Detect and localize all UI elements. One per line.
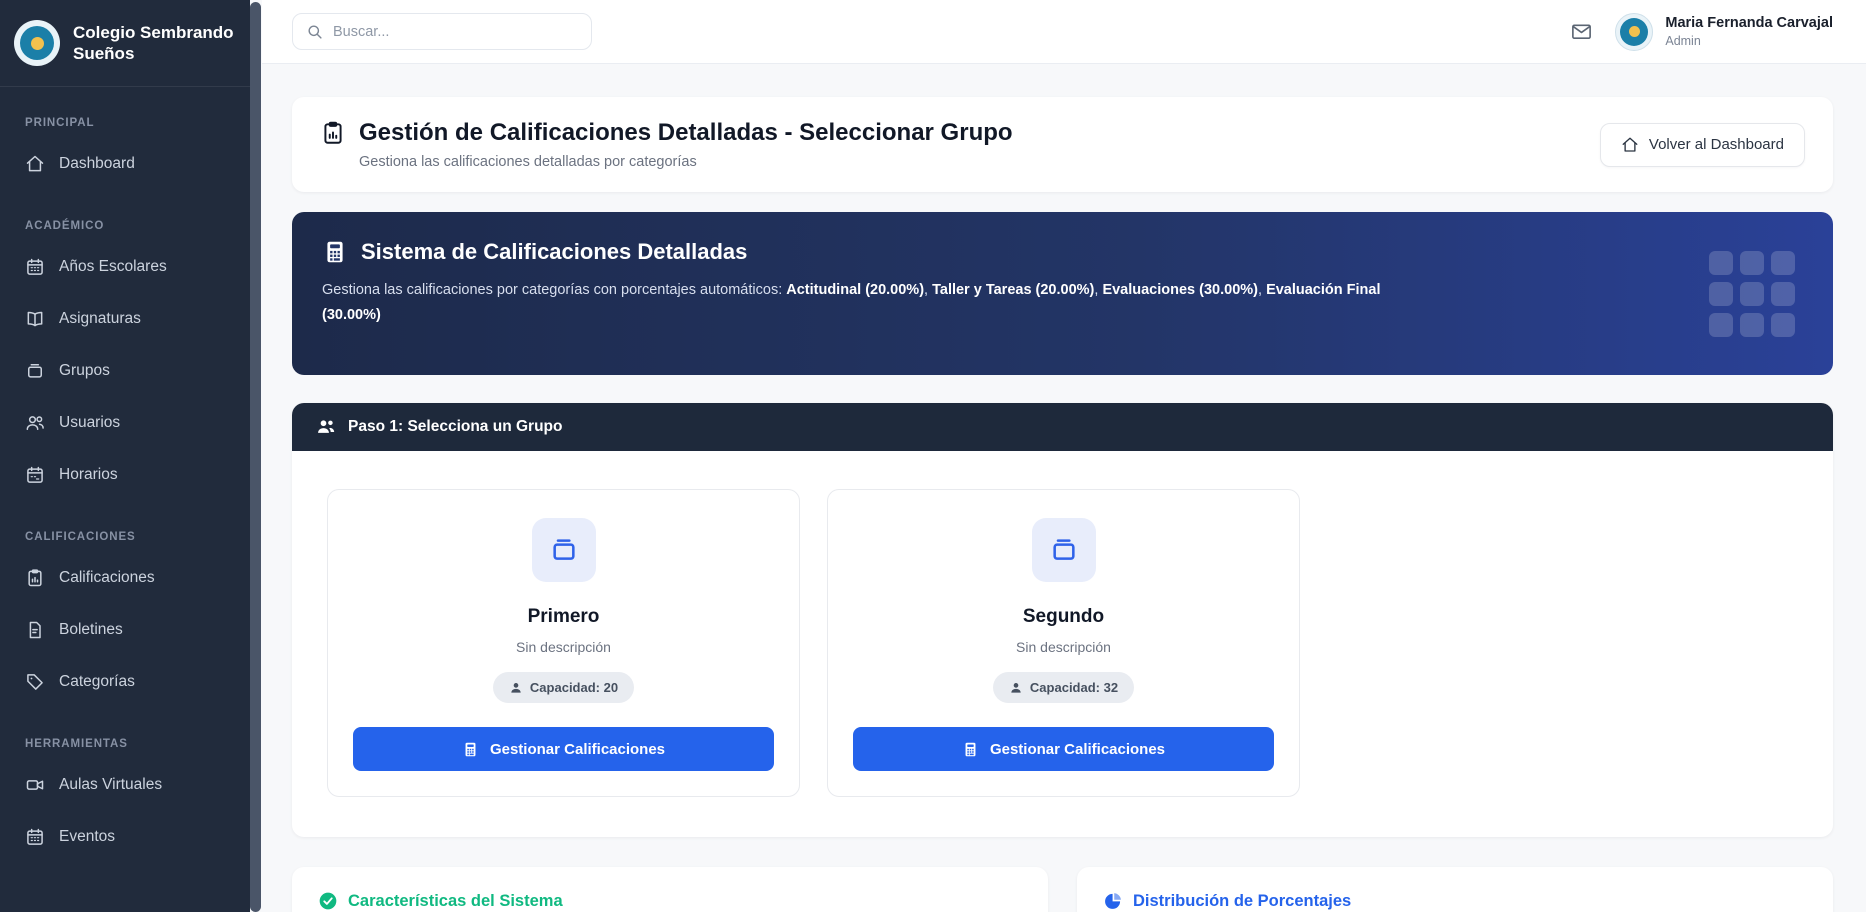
check-circle-icon xyxy=(318,891,338,911)
calculator-icon xyxy=(322,239,348,265)
sidebar-item-boletines[interactable]: Boletines xyxy=(0,604,250,656)
sidebar-item-label: Años Escolares xyxy=(59,258,167,276)
group-name: Segundo xyxy=(1023,606,1104,628)
user-role: Admin xyxy=(1665,34,1833,48)
main-content: Gestión de Calificaciones Detalladas - S… xyxy=(262,64,1866,912)
brand-name: Colegio Sembrando Sueños xyxy=(73,22,236,65)
calculator-icon xyxy=(962,741,979,758)
pie-chart-icon xyxy=(1103,891,1123,911)
briefcase-icon xyxy=(532,518,596,582)
search-box[interactable] xyxy=(292,13,592,50)
users-icon xyxy=(316,417,336,437)
home-icon xyxy=(25,154,45,174)
sidebar-item-anos-escolares[interactable]: Años Escolares xyxy=(0,241,250,293)
grid-decoration-icon xyxy=(1709,251,1795,337)
sidebar-section-label: HERRAMIENTAS xyxy=(0,708,250,759)
sidebar-item-label: Aulas Virtuales xyxy=(59,776,162,794)
step1-header: Paso 1: Selecciona un Grupo xyxy=(292,403,1833,451)
sidebar-item-label: Eventos xyxy=(59,828,115,846)
video-icon xyxy=(25,775,45,795)
home-icon xyxy=(1621,136,1639,154)
group-card: Primero Sin descripción Capacidad: 20 Ge… xyxy=(327,489,800,797)
calendar-icon xyxy=(25,827,45,847)
distribution-card: Distribución de Porcentajes xyxy=(1077,867,1833,912)
sidebar-section-label: CALIFICACIONES xyxy=(0,501,250,552)
calculator-icon xyxy=(462,741,479,758)
sidebar-item-eventos[interactable]: Eventos xyxy=(0,811,250,863)
briefcase-icon xyxy=(1032,518,1096,582)
step1-card: Paso 1: Selecciona un Grupo Primero Sin … xyxy=(292,403,1833,837)
calendar-clock-icon xyxy=(25,465,45,485)
person-icon xyxy=(509,681,523,695)
category-percentage: Actitudinal (20.00%) xyxy=(786,282,924,298)
capacity-badge: Capacidad: 20 xyxy=(493,672,634,703)
user-name: Maria Fernanda Carvajal xyxy=(1665,15,1833,32)
back-to-dashboard-button[interactable]: Volver al Dashboard xyxy=(1600,123,1805,167)
document-icon xyxy=(25,620,45,640)
capacity-badge: Capacidad: 32 xyxy=(993,672,1134,703)
chart-clipboard-icon xyxy=(25,568,45,588)
category-percentage: Taller y Tareas (20.00%) xyxy=(932,282,1094,298)
sidebar-nav: PRINCIPAL Dashboard ACADÉMICO Años Escolare… xyxy=(0,87,250,863)
sidebar-item-usuarios[interactable]: Usuarios xyxy=(0,397,250,449)
search-icon xyxy=(306,23,323,40)
group-description: Sin descripción xyxy=(516,639,611,655)
sidebar-item-calificaciones[interactable]: Calificaciones xyxy=(0,552,250,604)
user-menu[interactable]: Maria Fernanda Carvajal Admin xyxy=(1615,13,1833,51)
manage-grades-button[interactable]: Gestionar Calificaciones xyxy=(353,727,774,771)
calendar-icon xyxy=(25,257,45,277)
sidebar-item-aulas-virtuales[interactable]: Aulas Virtuales xyxy=(0,759,250,811)
briefcase-icon xyxy=(25,361,45,381)
sidebar-item-label: Categorías xyxy=(59,673,135,691)
sidebar-item-label: Boletines xyxy=(59,621,123,639)
step1-title: Paso 1: Selecciona un Grupo xyxy=(348,418,562,436)
avatar xyxy=(1615,13,1653,51)
topbar: Maria Fernanda Carvajal Admin xyxy=(262,0,1866,64)
sidebar-item-horarios[interactable]: Horarios xyxy=(0,449,250,501)
brand[interactable]: Colegio Sembrando Sueños xyxy=(0,0,250,86)
sidebar: Colegio Sembrando Sueños PRINCIPAL Dashbo… xyxy=(0,0,250,912)
group-name: Primero xyxy=(528,606,600,628)
page-title: Gestión de Calificaciones Detalladas - S… xyxy=(359,119,1013,147)
manage-grades-button[interactable]: Gestionar Calificaciones xyxy=(853,727,1274,771)
sidebar-scrollbar[interactable] xyxy=(250,2,261,912)
person-icon xyxy=(1009,681,1023,695)
capacity-label: Capacidad: 20 xyxy=(530,680,618,695)
sidebar-item-label: Asignaturas xyxy=(59,310,141,328)
sidebar-item-label: Horarios xyxy=(59,466,118,484)
distribution-title: Distribución de Porcentajes xyxy=(1133,892,1351,911)
system-banner: Sistema de Calificaciones Detalladas Ges… xyxy=(292,212,1833,375)
book-icon xyxy=(25,309,45,329)
features-title: Características del Sistema xyxy=(348,892,563,911)
sidebar-item-label: Usuarios xyxy=(59,414,120,432)
page-header-card: Gestión de Calificaciones Detalladas - S… xyxy=(292,97,1833,192)
tag-icon xyxy=(25,672,45,692)
page-subtitle: Gestiona las calificaciones detalladas p… xyxy=(359,154,1013,170)
sidebar-item-label: Grupos xyxy=(59,362,110,380)
sidebar-item-asignaturas[interactable]: Asignaturas xyxy=(0,293,250,345)
sidebar-item-categorias[interactable]: Categorías xyxy=(0,656,250,708)
sidebar-item-dashboard[interactable]: Dashboard xyxy=(0,138,250,190)
search-input[interactable] xyxy=(333,24,578,40)
manage-grades-label: Gestionar Calificaciones xyxy=(990,741,1165,758)
sidebar-section-label: ACADÉMICO xyxy=(0,190,250,241)
group-card: Segundo Sin descripción Capacidad: 32 Ge… xyxy=(827,489,1300,797)
manage-grades-label: Gestionar Calificaciones xyxy=(490,741,665,758)
school-logo-icon xyxy=(14,20,60,66)
mail-icon[interactable] xyxy=(1570,20,1593,43)
users-icon xyxy=(25,413,45,433)
features-card: Características del Sistema xyxy=(292,867,1048,912)
group-description: Sin descripción xyxy=(1016,639,1111,655)
sidebar-item-label: Dashboard xyxy=(59,155,135,173)
banner-title: Sistema de Calificaciones Detalladas xyxy=(361,239,747,265)
chart-clipboard-icon xyxy=(320,120,346,146)
banner-description: Gestiona las calificaciones por categorí… xyxy=(322,278,1402,327)
category-percentage: Evaluaciones (30.00%) xyxy=(1102,282,1258,298)
sidebar-item-label: Calificaciones xyxy=(59,569,155,587)
sidebar-item-grupos[interactable]: Grupos xyxy=(0,345,250,397)
groups-container: Primero Sin descripción Capacidad: 20 Ge… xyxy=(292,451,1833,837)
sidebar-section-label: PRINCIPAL xyxy=(0,87,250,138)
capacity-label: Capacidad: 32 xyxy=(1030,680,1118,695)
